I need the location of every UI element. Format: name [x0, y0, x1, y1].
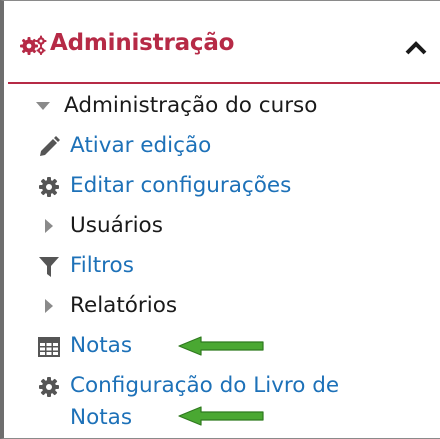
tree-item-filters[interactable]: Filtros [4, 249, 424, 283]
tree-branch-users[interactable]: Usuários [4, 209, 424, 243]
filter-icon [39, 257, 59, 277]
tree-item-label[interactable]: Notas [70, 329, 132, 363]
chevron-up-icon[interactable] [404, 38, 428, 56]
tree-item-label-line2[interactable]: Notas [70, 401, 132, 435]
block-header: Administração [8, 2, 440, 84]
gear-icon [39, 177, 59, 197]
tree-item-label[interactable]: Filtros [70, 249, 134, 283]
tree-item-label[interactable]: Editar configurações [70, 169, 291, 203]
gears-icon [20, 35, 47, 55]
green-arrow-left-icon [178, 406, 264, 426]
tree-root-label: Administração do curso [64, 93, 318, 118]
tree-item-label[interactable]: Ativar edição [70, 129, 211, 163]
green-arrow-left-icon [178, 336, 264, 356]
tree-item-turn-editing-on[interactable]: Ativar edição [4, 129, 424, 163]
administration-block: Administração Administração do curso Ati… [0, 0, 440, 439]
table-icon [38, 337, 60, 357]
pencil-icon [40, 136, 60, 156]
block-title: Administração [50, 30, 235, 56]
caret-down-icon[interactable] [36, 101, 50, 111]
tree-root-course-administration[interactable]: Administração do curso [4, 89, 424, 123]
tree-item-label-line1[interactable]: Configuração do Livro de [70, 369, 339, 403]
gear-icon [39, 377, 59, 397]
tree-branch-reports[interactable]: Relatórios [4, 289, 424, 323]
tree-item-label: Relatórios [70, 293, 178, 318]
tree-item-edit-settings[interactable]: Editar configurações [4, 169, 424, 203]
tree-item-label: Usuários [70, 213, 163, 238]
caret-right-icon[interactable] [44, 299, 54, 313]
caret-right-icon[interactable] [44, 219, 54, 233]
